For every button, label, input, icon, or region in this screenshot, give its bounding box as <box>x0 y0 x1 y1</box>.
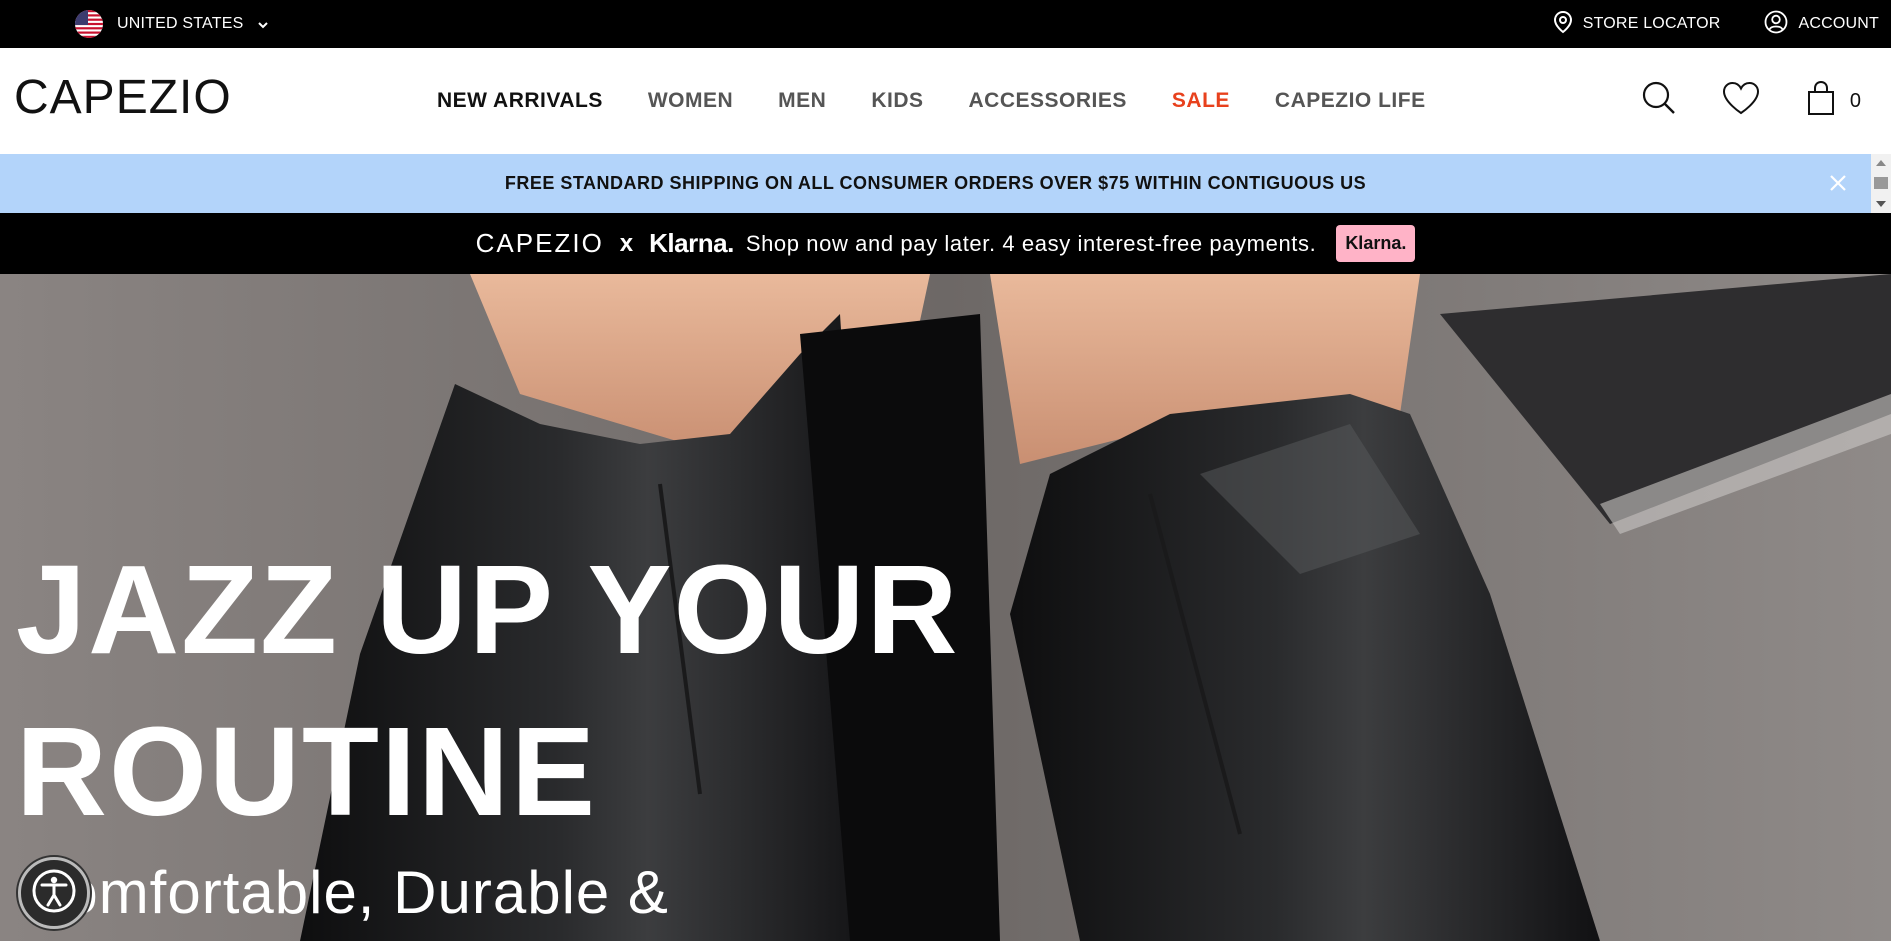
nav-kids[interactable]: KIDS <box>871 89 923 113</box>
store-locator-link[interactable]: STORE LOCATOR <box>1553 10 1721 39</box>
cart-count: 0 <box>1849 89 1861 112</box>
us-flag-icon <box>75 10 103 38</box>
hero-banner[interactable]: JAZZ UP YOUR ROUTINE Comfortable, Durabl… <box>0 274 1891 941</box>
cart-button[interactable]: 0 <box>1806 80 1861 122</box>
scroll-thumb[interactable] <box>1874 177 1888 189</box>
nav-accessories[interactable]: ACCESSORIES <box>969 89 1127 113</box>
utility-bar: UNITED STATES STORE LOCATOR ACCOUNT <box>0 0 1891 48</box>
wishlist-button[interactable] <box>1722 81 1760 121</box>
shipping-banner-text: FREE STANDARD SHIPPING ON ALL CONSUMER O… <box>504 173 1367 193</box>
region-selector[interactable]: UNITED STATES <box>75 0 269 48</box>
klarna-promo-bar[interactable]: CAPEZIO x Klarna. Shop now and pay later… <box>0 213 1891 274</box>
account-label: ACCOUNT <box>1798 15 1879 32</box>
shopping-bag-icon <box>1806 80 1836 122</box>
nav-men[interactable]: MEN <box>778 89 826 113</box>
banner-scrollbar[interactable] <box>1871 154 1891 213</box>
account-link[interactable]: ACCOUNT <box>1764 10 1879 39</box>
search-icon <box>1642 81 1676 121</box>
klarna-logo: Klarna. <box>649 228 734 258</box>
nav-capezio-life[interactable]: CAPEZIO LIFE <box>1275 89 1426 113</box>
site-header: CAPEZIO NEW ARRIVALS WOMEN MEN KIDS ACCE… <box>0 48 1891 154</box>
shipping-banner: FREE STANDARD SHIPPING ON ALL CONSUMER O… <box>0 154 1871 213</box>
brand-logo[interactable]: CAPEZIO <box>14 74 232 122</box>
close-icon[interactable] <box>1827 172 1849 194</box>
main-nav: NEW ARRIVALS WOMEN MEN KIDS ACCESSORIES … <box>437 48 1426 154</box>
chevron-down-icon <box>257 18 269 30</box>
nav-new-arrivals[interactable]: NEW ARRIVALS <box>437 89 603 113</box>
hero-headline: JAZZ UP YOUR ROUTINE <box>16 539 960 842</box>
klarna-bar-brand: CAPEZIO <box>475 228 604 258</box>
region-label: UNITED STATES <box>117 15 244 32</box>
location-pin-icon <box>1553 10 1573 39</box>
user-icon <box>1764 10 1788 39</box>
klarna-message: Shop now and pay later. 4 easy interest-… <box>745 230 1317 256</box>
klarna-badge: Klarna. <box>1336 225 1416 262</box>
accessibility-icon <box>31 868 77 919</box>
scroll-down-icon[interactable] <box>1876 201 1886 207</box>
accessibility-button[interactable] <box>18 857 90 929</box>
nav-sale[interactable]: SALE <box>1172 89 1230 113</box>
store-locator-label: STORE LOCATOR <box>1582 15 1721 32</box>
klarna-bar-x: x <box>619 229 634 257</box>
hero-subheadline: Comfortable, Durable & <box>20 859 669 926</box>
scroll-up-icon[interactable] <box>1876 160 1886 166</box>
nav-women[interactable]: WOMEN <box>648 89 733 113</box>
heart-icon <box>1722 81 1760 121</box>
search-button[interactable] <box>1642 81 1676 121</box>
